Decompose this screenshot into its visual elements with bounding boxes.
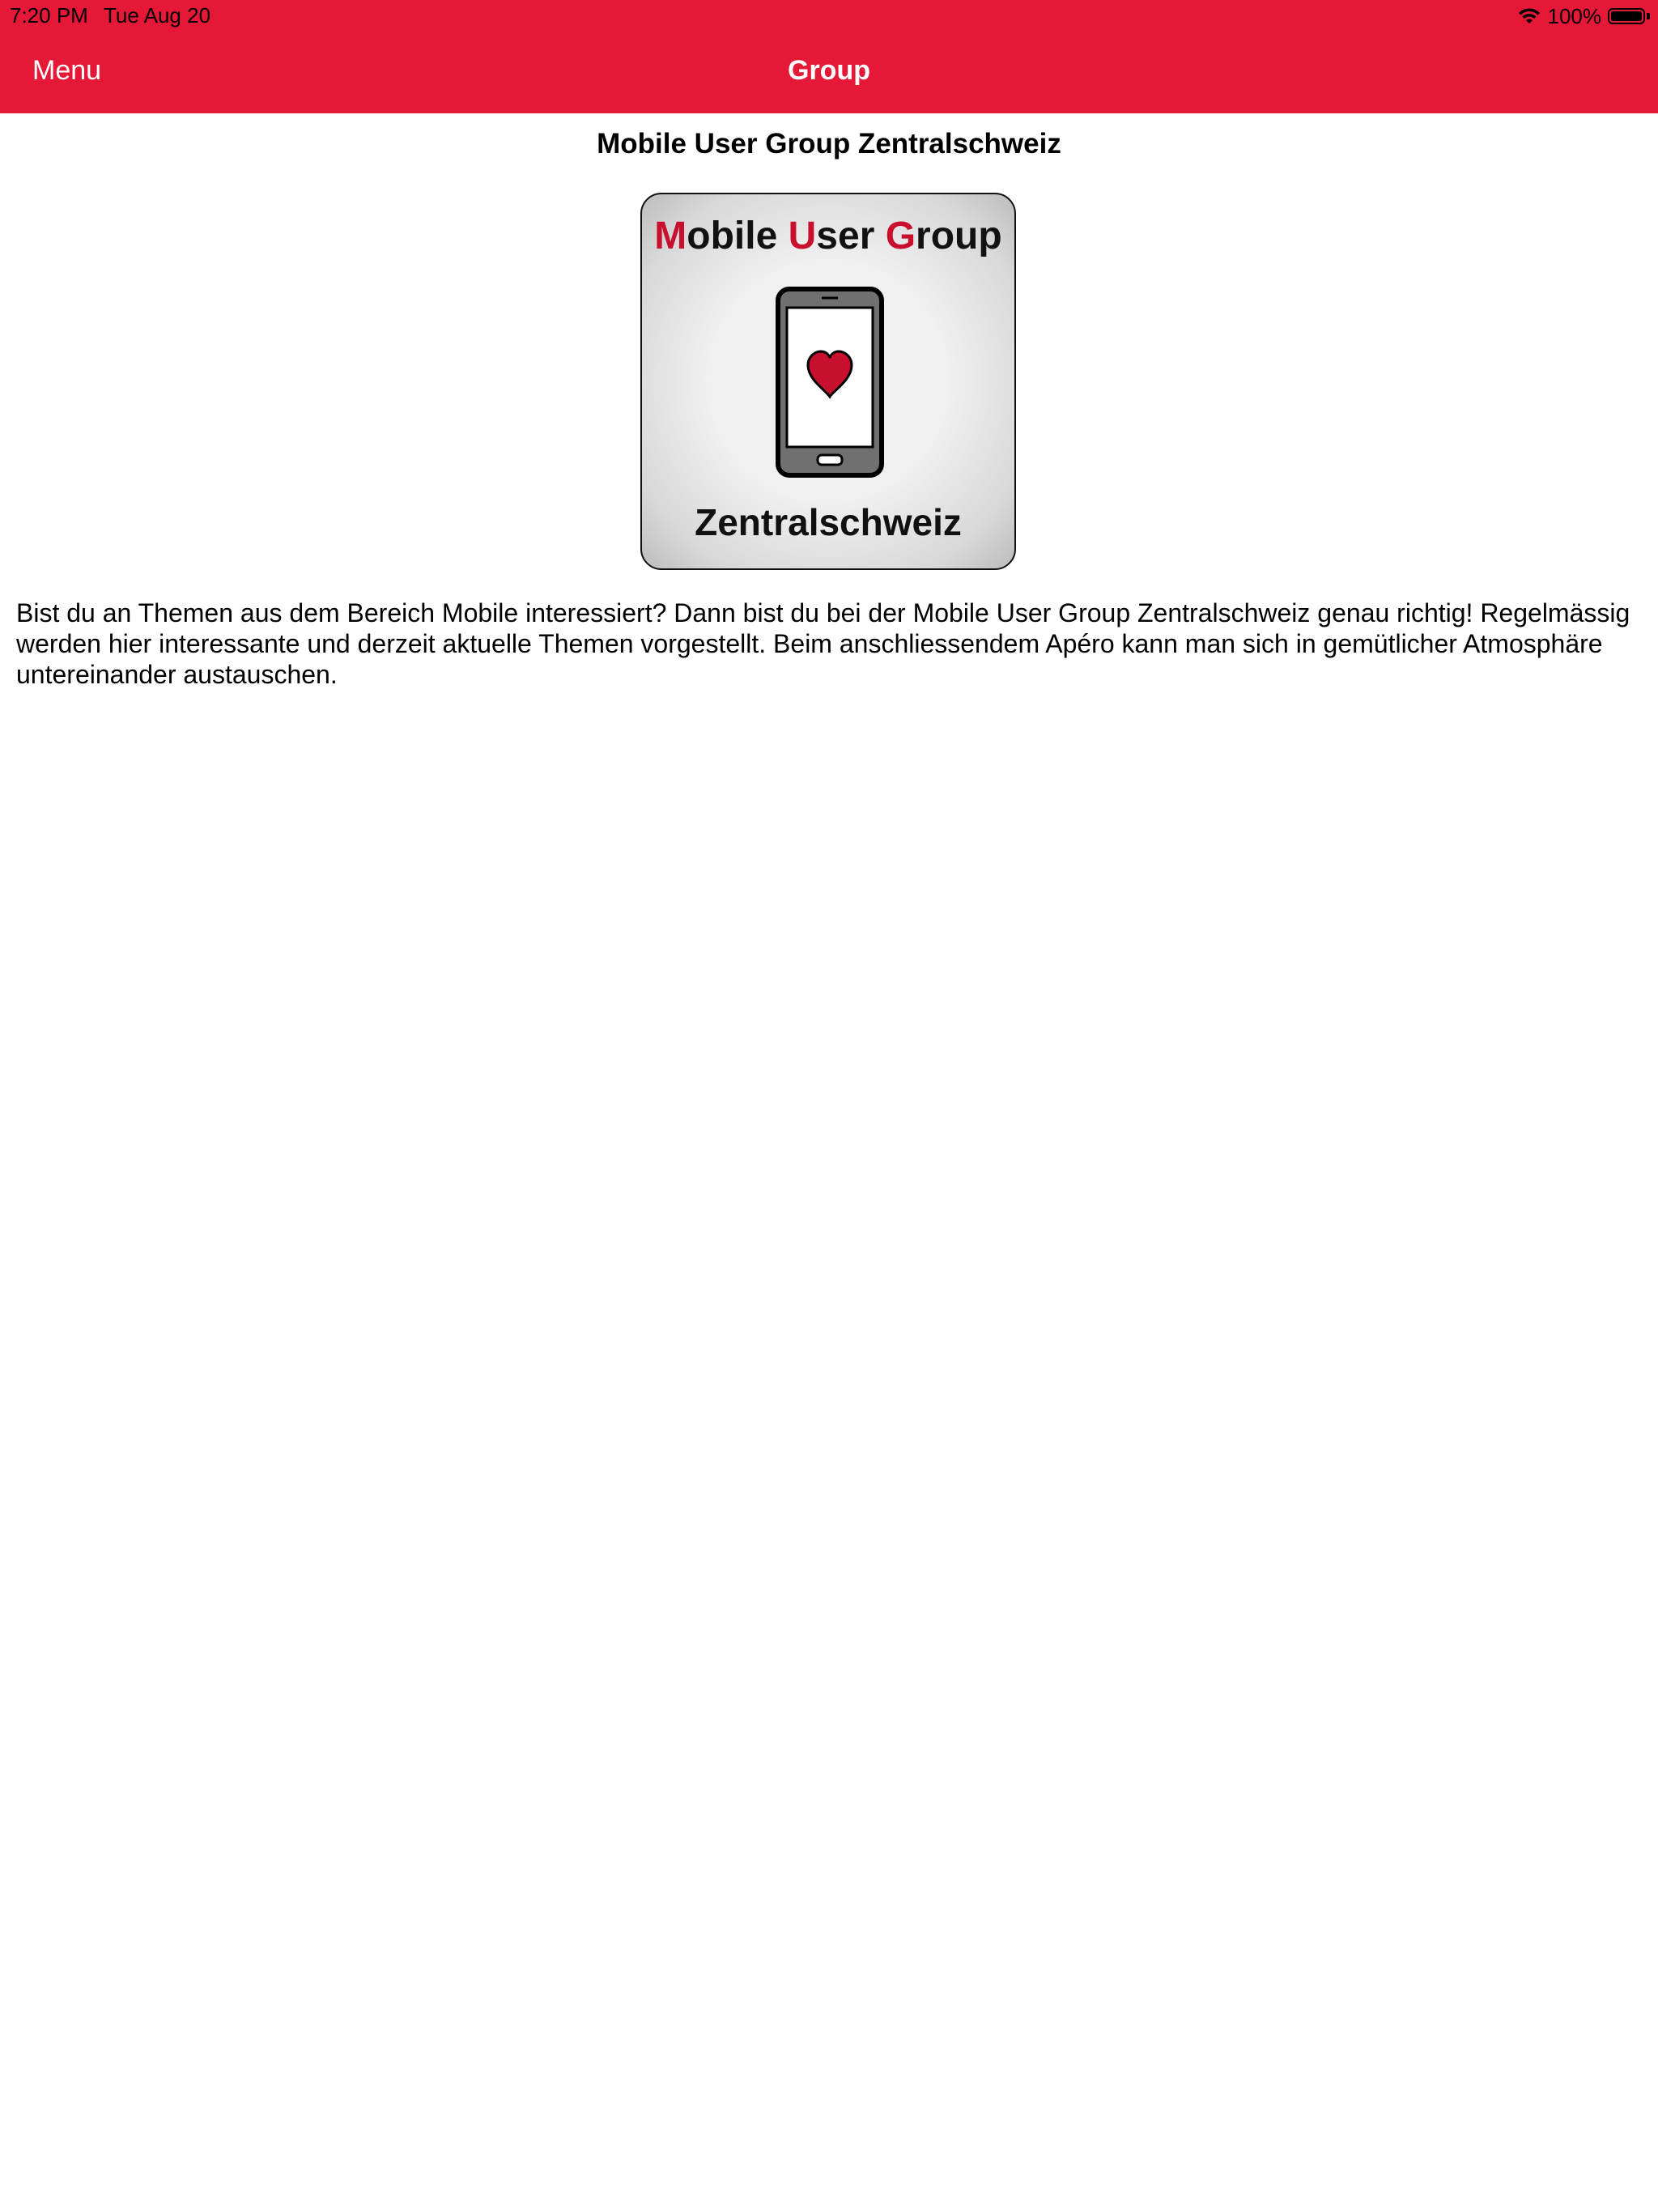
status-time: 7:20 PM	[10, 3, 88, 28]
nav-title: Group	[788, 55, 870, 86]
logo-word-obile: obile	[687, 215, 789, 257]
logo-word-ser: ser	[816, 215, 886, 257]
nav-bar: Menu Group	[0, 32, 1658, 113]
logo-letter-u: U	[788, 215, 817, 257]
group-title: Mobile User Group Zentralschweiz	[597, 128, 1061, 160]
battery-fill	[1611, 11, 1642, 21]
logo-word-roup: roup	[916, 215, 1002, 257]
group-description: Bist du an Themen aus dem Bereich Mobile…	[16, 598, 1630, 689]
status-bar: 7:20 PM Tue Aug 20 100%	[0, 0, 1658, 32]
logo-letter-g: G	[885, 215, 916, 257]
phone-icon	[776, 287, 884, 478]
battery-icon	[1608, 8, 1650, 24]
battery-percent: 100%	[1547, 3, 1602, 28]
top-bar: 7:20 PM Tue Aug 20 100% Menu Group	[0, 0, 1658, 113]
wifi-icon	[1517, 7, 1541, 25]
logo-subtitle: Zentralschweiz	[695, 501, 962, 543]
status-indicators: 100%	[1517, 3, 1650, 29]
battery-body	[1608, 8, 1645, 24]
logo-letter-m: M	[654, 215, 687, 257]
logo-title: Mobile User Group	[642, 214, 1014, 258]
group-logo: Mobile User Group Zentralschweiz	[640, 193, 1016, 570]
battery-tip	[1647, 13, 1650, 19]
status-date: Tue Aug 20	[104, 3, 211, 28]
